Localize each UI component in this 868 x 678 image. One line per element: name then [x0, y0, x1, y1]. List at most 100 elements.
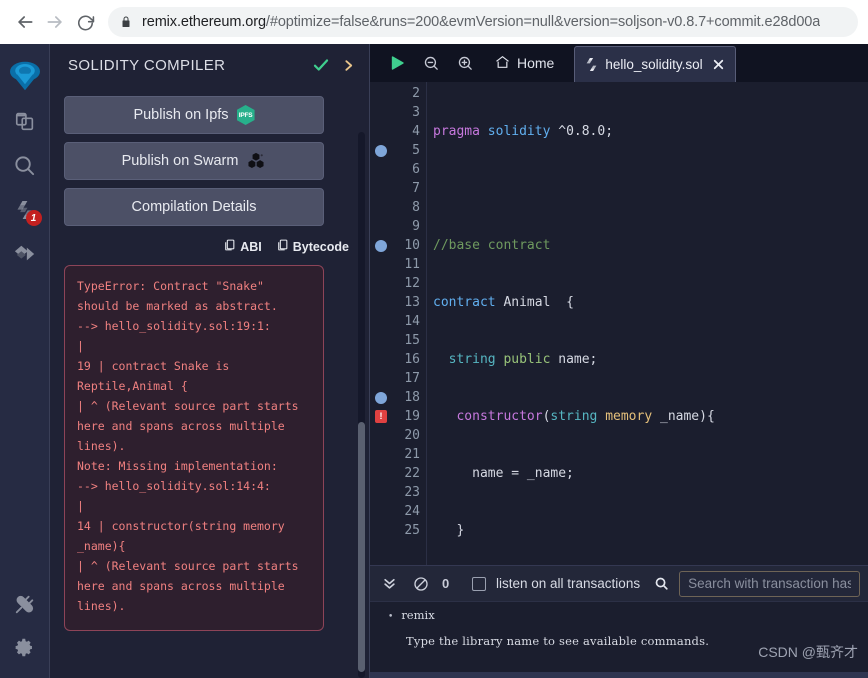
breakpoint-dot[interactable]: [375, 239, 387, 252]
line-number: 10: [404, 238, 420, 253]
line-number: 4: [412, 124, 420, 139]
code-text[interactable]: pragma solidity ^0.8.0; //base contract …: [426, 82, 868, 565]
line-number: 25: [404, 523, 420, 538]
sidebar-item-search[interactable]: [0, 146, 50, 190]
publish-ipfs-label: Publish on Ipfs: [133, 107, 229, 123]
gutter-cell: [370, 160, 392, 179]
panel-header: SOLIDITY COMPILER: [50, 44, 369, 86]
search-icon: [13, 154, 36, 182]
compilation-details-label: Compilation Details: [131, 199, 257, 215]
breakpoint-dot[interactable]: [375, 144, 387, 157]
terminal-log-source: remix: [401, 608, 435, 622]
line-number: 12: [404, 276, 420, 291]
sidebar-item-deploy-run[interactable]: [0, 234, 50, 278]
sidebar-item-file-explorer[interactable]: [0, 102, 50, 146]
editor-file-tab-label: hello_solidity.sol: [605, 57, 703, 72]
no-entry-icon[interactable]: [410, 573, 432, 595]
breakpoint-gutter[interactable]: !: [370, 82, 392, 565]
terminal-output: • remix Type the library name to see ava…: [370, 602, 868, 678]
breakpoint-dot[interactable]: [375, 391, 387, 404]
listen-all-transactions-checkbox[interactable]: [472, 576, 486, 591]
run-play-icon[interactable]: [380, 44, 414, 82]
remix-ide: 1 SOLIDITY COMPILER Publish on Ipfs IPFS…: [0, 44, 868, 678]
line-number: 20: [404, 428, 420, 443]
copy-abi-button[interactable]: ABI: [223, 238, 262, 255]
home-tab-button[interactable]: Home: [482, 44, 566, 82]
sidebar-item-plugin-manager[interactable]: [0, 584, 50, 628]
code-line: //base contract: [433, 238, 551, 253]
compiler-error-message: TypeError: Contract "Snake" should be ma…: [64, 265, 324, 631]
gutter-cell: [370, 369, 392, 388]
panel-scrollbar-thumb[interactable]: [358, 422, 365, 672]
watermark: CSDN @甄齐才: [758, 644, 858, 660]
file-explorer-icon: [14, 111, 36, 138]
terminal-footer-bar: [370, 672, 868, 678]
line-number: 11: [404, 257, 420, 272]
copy-bytecode-button[interactable]: Bytecode: [276, 238, 349, 255]
pending-transaction-count: 0: [442, 576, 450, 591]
home-icon: [494, 54, 511, 73]
panel-scrollbar[interactable]: [358, 132, 365, 678]
icon-rail: 1: [0, 44, 50, 678]
publish-on-ipfs-button[interactable]: Publish on Ipfs IPFS: [64, 96, 324, 134]
transaction-search-input[interactable]: [679, 570, 860, 597]
home-label: Home: [517, 55, 555, 71]
code-line: name = _name;: [433, 466, 574, 481]
main-area: Home hello_solidity.sol ! 2 3 4 5 6 7 8 …: [370, 44, 868, 678]
sidebar-item-settings[interactable]: [0, 628, 50, 672]
code-editor[interactable]: ! 2 3 4 5 6 7 8 9 10 11 12 13 14 15 16 1…: [370, 82, 868, 565]
plug-icon: [14, 593, 36, 620]
terminal-panel: 0 listen on all transactions • remix Typ…: [370, 565, 868, 678]
code-line: }: [433, 523, 465, 538]
gutter-cell: [370, 122, 392, 141]
check-icon[interactable]: [312, 56, 330, 74]
gutter-cell: [370, 179, 392, 198]
close-icon[interactable]: [712, 58, 725, 71]
swarm-icon: [246, 152, 266, 170]
ipfs-icon: IPFS: [236, 105, 255, 125]
code-line: string public name;: [448, 352, 598, 367]
address-bar[interactable]: remix.ethereum.org/#optimize=false&runs=…: [108, 7, 858, 37]
search-icon[interactable]: [654, 576, 669, 591]
zoom-in-icon[interactable]: [448, 44, 482, 82]
line-number: 9: [412, 219, 420, 234]
gutter-cell: [370, 103, 392, 122]
gutter-cell: [370, 388, 392, 407]
forward-button[interactable]: [40, 7, 70, 37]
browser-tab-nub: [290, 0, 390, 4]
back-button[interactable]: [10, 7, 40, 37]
editor-toolbar: Home hello_solidity.sol: [370, 44, 868, 82]
reload-button[interactable]: [70, 7, 100, 37]
compiler-error-badge: 1: [25, 210, 42, 226]
deploy-run-icon: [13, 243, 37, 270]
compilation-details-button[interactable]: Compilation Details: [64, 188, 324, 226]
line-number-gutter: 2 3 4 5 6 7 8 9 10 11 12 13 14 15 16 17 …: [392, 82, 426, 565]
listen-all-transactions-label: listen on all transactions: [496, 576, 641, 591]
solidity-compiler-panel: SOLIDITY COMPILER Publish on Ipfs IPFS P…: [50, 44, 370, 678]
url-host: remix.ethereum.org: [142, 14, 266, 30]
chevron-double-down-icon[interactable]: [378, 573, 400, 595]
editor-file-tab[interactable]: hello_solidity.sol: [574, 46, 736, 82]
line-number: 8: [412, 200, 420, 215]
gutter-cell: [370, 312, 392, 331]
chevron-right-icon[interactable]: [342, 58, 355, 73]
copy-icon: [276, 238, 289, 255]
sidebar-item-solidity-compiler[interactable]: 1: [0, 190, 50, 234]
line-number: 22: [404, 466, 420, 481]
page-title: SOLIDITY COMPILER: [68, 56, 226, 74]
browser-toolbar: remix.ethereum.org/#optimize=false&runs=…: [0, 0, 868, 44]
zoom-out-icon[interactable]: [414, 44, 448, 82]
code-line: constructor(string memory _name){: [456, 409, 715, 424]
abi-label: ABI: [240, 239, 262, 254]
publish-on-swarm-button[interactable]: Publish on Swarm: [64, 142, 324, 180]
url-path: /#optimize=false&runs=200&evmVersion=nul…: [265, 14, 821, 30]
error-marker-icon[interactable]: !: [375, 410, 387, 423]
code-line: pragma solidity ^0.8.0;: [433, 124, 614, 139]
line-number: 16: [404, 352, 420, 367]
remix-logo-icon[interactable]: [0, 50, 50, 102]
gutter-cell: [370, 274, 392, 293]
copy-icon: [223, 238, 236, 255]
gutter-cell: [370, 236, 392, 255]
panel-body: Publish on Ipfs IPFS Publish on Swarm Co…: [50, 86, 369, 678]
